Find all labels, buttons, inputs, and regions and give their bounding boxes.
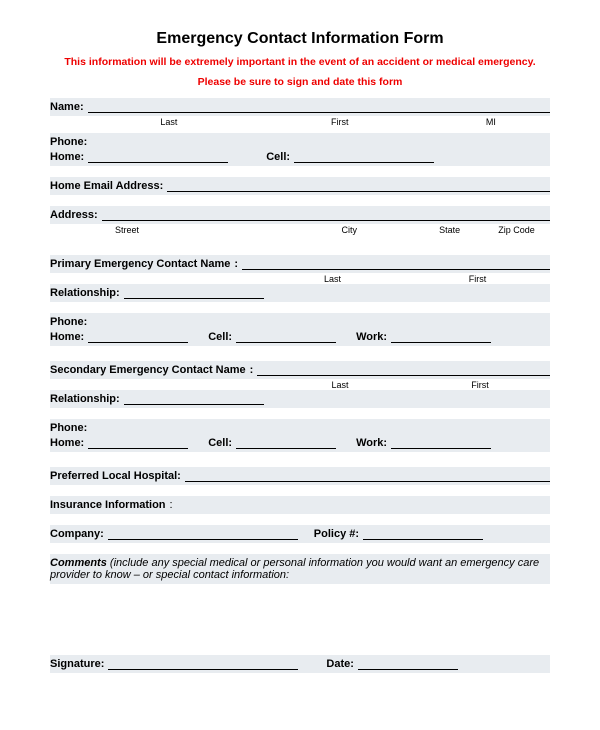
primary-work-label: Work: xyxy=(356,331,387,343)
name-row: Name: xyxy=(50,98,550,116)
date-label: Date: xyxy=(326,658,354,670)
email-label: Home Email Address: xyxy=(50,180,163,192)
home-label: Home: xyxy=(50,151,84,163)
secondary-cell-line[interactable] xyxy=(236,437,336,449)
primary-relationship-line[interactable] xyxy=(124,287,264,299)
primary-cell-line[interactable] xyxy=(236,331,336,343)
secondary-work-line[interactable] xyxy=(391,437,491,449)
secondary-relationship-line[interactable] xyxy=(124,393,264,405)
policy-line[interactable] xyxy=(363,528,483,540)
phone-home-cell-row: Home: Cell: xyxy=(50,148,550,166)
phone-label: Phone: xyxy=(50,136,87,148)
primary-sub-first: First xyxy=(405,274,550,284)
primary-name-row: Primary Emergency Contact Name: xyxy=(50,255,550,273)
primary-phone-label: Phone: xyxy=(50,316,87,328)
sub-first: First xyxy=(248,117,432,127)
insurance-label: Insurance Information xyxy=(50,499,166,511)
policy-label: Policy #: xyxy=(314,528,359,540)
sign-prompt: Please be sure to sign and date this for… xyxy=(50,76,550,88)
sub-city: City xyxy=(282,225,416,235)
secondary-phone-detail-row: Home: Cell: Work: xyxy=(50,434,550,452)
comments-row: Comments (include any special medical or… xyxy=(50,554,550,584)
primary-phone-detail-row: Home: Cell: Work: xyxy=(50,328,550,346)
name-label: Name: xyxy=(50,101,84,113)
secondary-name-line[interactable] xyxy=(257,364,550,376)
sub-street: Street xyxy=(105,225,282,235)
address-label: Address: xyxy=(50,209,98,221)
secondary-home-label: Home: xyxy=(50,437,84,449)
secondary-cell-label: Cell: xyxy=(208,437,232,449)
secondary-label: Secondary Emergency Contact Name xyxy=(50,364,246,376)
page-title: Emergency Contact Information Form xyxy=(50,30,550,48)
relationship-label: Relationship: xyxy=(50,287,120,299)
hospital-row: Preferred Local Hospital: xyxy=(50,467,550,485)
signature-label: Signature: xyxy=(50,658,104,670)
company-line[interactable] xyxy=(108,528,298,540)
company-policy-row: Company: Policy #: xyxy=(50,525,550,543)
cell-label: Cell: xyxy=(266,151,290,163)
cell-phone-line[interactable] xyxy=(294,151,434,163)
name-subs: Last First MI xyxy=(50,117,550,127)
insurance-row: Insurance Information: xyxy=(50,496,550,514)
comments-label: Comments xyxy=(50,557,107,569)
hospital-label: Preferred Local Hospital: xyxy=(50,470,181,482)
primary-name-line[interactable] xyxy=(242,258,550,270)
primary-relationship-row: Relationship: xyxy=(50,284,550,302)
signature-line[interactable] xyxy=(108,658,298,670)
warning-text: This information will be extremely impor… xyxy=(50,56,550,70)
email-row: Home Email Address: xyxy=(50,177,550,195)
primary-subs: Last First xyxy=(50,274,550,284)
sub-state: State xyxy=(416,225,483,235)
signature-row: Signature: Date: xyxy=(50,655,550,673)
secondary-relationship-row: Relationship: xyxy=(50,390,550,408)
home-phone-line[interactable] xyxy=(88,151,228,163)
secondary-relationship-label: Relationship: xyxy=(50,393,120,405)
address-line[interactable] xyxy=(102,209,550,221)
sub-mi: MI xyxy=(432,117,550,127)
address-row: Address: xyxy=(50,206,550,224)
comments-text: (include any special medical or personal… xyxy=(50,557,539,581)
email-line[interactable] xyxy=(167,180,550,192)
secondary-phone-label: Phone: xyxy=(50,422,87,434)
secondary-name-row: Secondary Emergency Contact Name: xyxy=(50,361,550,379)
date-line[interactable] xyxy=(358,658,458,670)
primary-sub-last: Last xyxy=(260,274,405,284)
sub-last: Last xyxy=(90,117,248,127)
secondary-sub-first: First xyxy=(410,380,550,390)
secondary-sub-last: Last xyxy=(270,380,410,390)
primary-work-line[interactable] xyxy=(391,331,491,343)
sub-zip: Zip Code xyxy=(483,225,550,235)
hospital-line[interactable] xyxy=(185,470,550,482)
comments-area[interactable] xyxy=(50,585,550,655)
secondary-home-line[interactable] xyxy=(88,437,188,449)
primary-home-label: Home: xyxy=(50,331,84,343)
primary-cell-label: Cell: xyxy=(208,331,232,343)
address-subs: Street City State Zip Code xyxy=(50,225,550,235)
secondary-work-label: Work: xyxy=(356,437,387,449)
primary-label: Primary Emergency Contact Name xyxy=(50,258,230,270)
name-line[interactable] xyxy=(88,101,550,113)
company-label: Company: xyxy=(50,528,104,540)
primary-home-line[interactable] xyxy=(88,331,188,343)
secondary-subs: Last First xyxy=(50,380,550,390)
